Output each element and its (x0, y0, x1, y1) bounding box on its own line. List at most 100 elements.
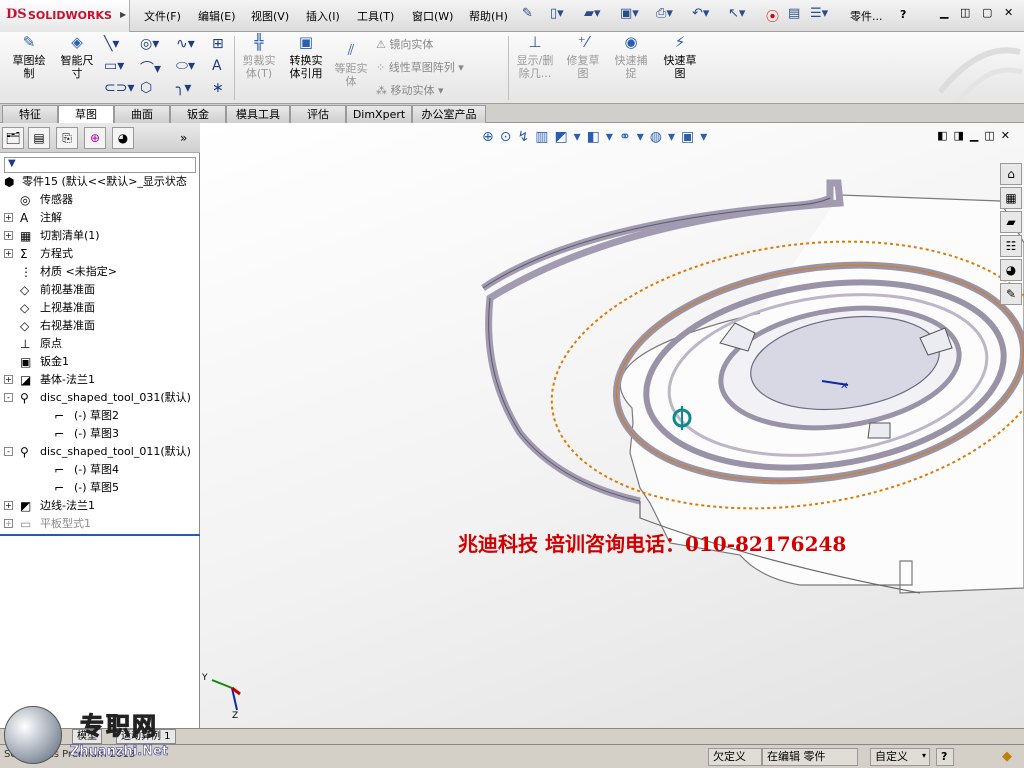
expand-icon[interactable]: + (4, 501, 13, 510)
tree-item[interactable]: ⋮ 材质 <未指定> (0, 263, 200, 281)
expand-icon[interactable]: + (4, 231, 13, 240)
tree-item[interactable]: + ◪ 基体-法兰1 (0, 371, 200, 389)
move-entities-button[interactable]: ⁂ 移动实体 ▾ (376, 82, 444, 98)
tree-item[interactable]: ◇ 上视基准面 (0, 299, 200, 317)
dimxpert-tab-icon[interactable]: ⊕ (84, 127, 106, 149)
offset-entities-button[interactable]: ⫽ 等距实 体 (330, 43, 372, 89)
menu-view[interactable]: 视图(V) (251, 8, 289, 24)
expand-icon[interactable]: + (4, 375, 13, 384)
tree-item[interactable]: - ⚲ disc_shaped_tool_031(默认) (0, 389, 200, 407)
display-delete-relations-button[interactable]: ⊥ 显示/删 除几... (512, 35, 558, 81)
tree-item[interactable]: ⊥ 原点 (0, 335, 200, 353)
polygon-icon[interactable]: ⬡ (140, 80, 152, 96)
rebuild-icon[interactable]: ⦿ (766, 6, 779, 25)
minimize-icon[interactable]: ▁ (940, 6, 948, 19)
design-library-icon[interactable]: ▦ (1000, 187, 1022, 209)
point-icon[interactable]: ∗ (212, 80, 224, 96)
slot-icon[interactable]: ⊂⊃▾ (104, 80, 135, 96)
tab-features[interactable]: 特征 (2, 105, 58, 123)
property-manager-tab-icon[interactable]: ▤ (28, 127, 50, 149)
file-properties-icon[interactable]: ▤ (788, 6, 800, 21)
tree-item[interactable]: ◎ 传感器 (0, 191, 200, 209)
sketch-button[interactable]: ✎ 草图绘 制 (8, 35, 50, 81)
text-icon[interactable]: A (212, 58, 222, 74)
fillet-icon[interactable]: ╮▾ (176, 80, 191, 96)
close-icon[interactable]: ✕ (1004, 6, 1013, 19)
units-selector[interactable]: 自定义 (870, 748, 930, 766)
menu-tools[interactable]: 工具(T) (357, 8, 394, 24)
appearances-icon[interactable]: ◕ (1000, 259, 1022, 281)
chevron-down-icon[interactable]: ▾ (922, 751, 926, 760)
options-icon[interactable]: ☰▾ (810, 6, 828, 21)
tab-sheet-metal[interactable]: 钣金 (170, 105, 226, 123)
menu-window[interactable]: 窗口(W) (412, 8, 453, 24)
file-explorer-icon[interactable]: ▰ (1000, 211, 1022, 233)
new-document-icon[interactable]: ▯▾ (550, 6, 564, 21)
maximize-icon[interactable]: ▢ (982, 6, 992, 19)
rectangle-icon[interactable]: ▭▾ (104, 58, 124, 74)
mirror-entities-button[interactable]: ⚠ 镜向实体 (376, 36, 433, 52)
select-cursor-icon[interactable]: ↖▾ (728, 6, 745, 21)
tree-item[interactable]: ◇ 右视基准面 (0, 317, 200, 335)
collapse-icon[interactable]: - (4, 393, 13, 402)
menu-edit[interactable]: 编辑(E) (198, 8, 236, 24)
help-button[interactable]: ? (936, 748, 954, 766)
tab-office-products[interactable]: 办公室产品 (412, 105, 486, 123)
custom-properties-icon[interactable]: ✎ (1000, 283, 1022, 305)
expand-icon[interactable]: + (4, 519, 13, 528)
tab-evaluate[interactable]: 评估 (290, 105, 346, 123)
tag-icon[interactable]: ◆ (1002, 749, 1012, 764)
help-icon[interactable]: ? (900, 8, 906, 21)
tab-mold-tools[interactable]: 模具工具 (226, 105, 290, 123)
tree-item[interactable]: ▣ 钣金1 (0, 353, 200, 371)
trim-entities-button[interactable]: ╬ 剪裁实 体(T) (238, 35, 280, 81)
menu-help[interactable]: 帮助(H) (469, 8, 508, 24)
rollback-bar[interactable] (0, 534, 200, 536)
rapid-sketch-button[interactable]: ⚡ 快速草 图 (658, 35, 702, 81)
display-manager-tab-icon[interactable]: ◕ (112, 127, 134, 149)
filter-input[interactable]: ▼ (4, 157, 196, 173)
configuration-manager-tab-icon[interactable]: ⎘ (56, 127, 78, 149)
tab-sketch[interactable]: 草图 (58, 105, 114, 124)
tree-item[interactable]: ⌐ (-) 草图5 (0, 479, 200, 497)
view-palette-icon[interactable]: ☷ (1000, 235, 1022, 257)
solidworks-logo[interactable]: DS SOLIDWORKS ▶ (0, 0, 130, 32)
tree-root-part[interactable]: ⬢ 零件15 (默认<<默认>_显示状态 (0, 173, 200, 191)
feature-manager-tab-icon[interactable]: 🗂 (2, 127, 24, 149)
tree-item[interactable]: ◇ 前视基准面 (0, 281, 200, 299)
print-icon[interactable]: ⎙▾ (656, 6, 673, 21)
collapse-icon[interactable]: - (4, 447, 13, 456)
expand-icon[interactable]: + (4, 249, 13, 258)
menu-file[interactable]: 文件(F) (144, 8, 181, 24)
tree-item[interactable]: ⌐ (-) 草图3 (0, 425, 200, 443)
open-folder-icon[interactable]: ▰▾ (584, 6, 601, 21)
grid-icon[interactable]: ⊞ (212, 36, 224, 52)
ellipse-icon[interactable]: ⬭▾ (176, 58, 195, 74)
expand-panel-icon[interactable]: » (180, 131, 187, 145)
line-icon[interactable]: ╲▾ (104, 36, 119, 52)
undo-icon[interactable]: ↶▾ (692, 6, 709, 21)
save-icon[interactable]: ▣▾ (620, 6, 639, 21)
tree-item[interactable]: + A 注解 (0, 209, 200, 227)
expand-icon[interactable]: + (4, 213, 13, 222)
circle-icon[interactable]: ◎▾ (140, 36, 159, 52)
menu-insert[interactable]: 插入(I) (306, 8, 340, 24)
tree-item[interactable]: ⌐ (-) 草图4 (0, 461, 200, 479)
quick-snaps-button[interactable]: ◉ 快速捕 捉 (610, 35, 652, 81)
tab-dimxpert[interactable]: DimXpert (346, 105, 412, 123)
smart-dimension-button[interactable]: ◈ 智能尺 寸 (56, 35, 98, 81)
arc-icon[interactable]: ⌒▾ (140, 58, 161, 78)
home-icon[interactable]: ⌂ (1000, 163, 1022, 185)
tab-surfaces[interactable]: 曲面 (114, 105, 170, 123)
tree-item[interactable]: - ⚲ disc_shaped_tool_011(默认) (0, 443, 200, 461)
tree-item[interactable]: ⌐ (-) 草图2 (0, 407, 200, 425)
graphics-area[interactable]: ⊕⊙↯▥◩▾◧▾⚭▾◍▾▣▾ ◧◨▁◫✕ ✕ ⌂ ▦ ▰ ☷ ◕ ✎ 兆迪科技 … (200, 123, 1024, 728)
convert-entities-button[interactable]: ▣ 转换实 体引用 (284, 35, 328, 81)
sheet-metal-part-model[interactable]: ✕ (200, 123, 1024, 728)
tree-item[interactable]: + ▦ 切割清单(1) (0, 227, 200, 245)
restore-icon[interactable]: ◫ (960, 6, 970, 19)
tree-item[interactable]: + ▭ 平板型式1 (0, 515, 200, 533)
tree-item[interactable]: + ◩ 边线-法兰1 (0, 497, 200, 515)
linear-pattern-button[interactable]: ⁘ 线性草图阵列 ▾ (376, 59, 464, 75)
pin-icon[interactable]: ✎ (522, 6, 533, 21)
